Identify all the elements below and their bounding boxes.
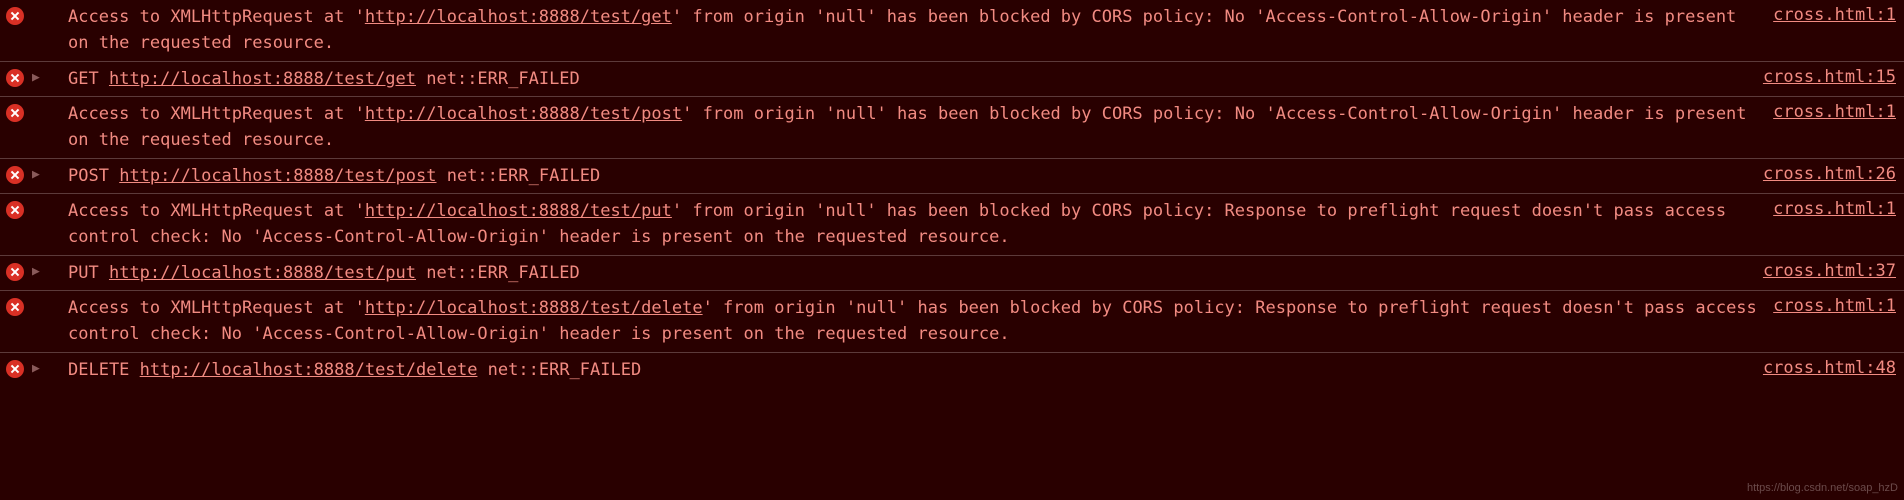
- error-message: DELETE http://localhost:8888/test/delete…: [68, 357, 1753, 383]
- console-error-row[interactable]: ▶ GET http://localhost:8888/test/get net…: [0, 61, 1904, 96]
- http-method: PUT: [68, 263, 99, 283]
- error-icon: [6, 298, 24, 316]
- expand-icon[interactable]: ▶: [32, 167, 44, 182]
- console-error-row[interactable]: Access to XMLHttpRequest at 'http://loca…: [0, 290, 1904, 352]
- request-url[interactable]: http://localhost:8888/test/get: [365, 7, 672, 27]
- source-link[interactable]: cross.html:1: [1763, 296, 1896, 316]
- request-url[interactable]: http://localhost:8888/test/put: [365, 201, 672, 221]
- request-url[interactable]: http://localhost:8888/test/delete: [140, 360, 478, 380]
- request-url[interactable]: http://localhost:8888/test/post: [365, 104, 682, 124]
- expand-icon[interactable]: ▶: [32, 361, 44, 376]
- source-link[interactable]: cross.html:37: [1753, 261, 1896, 281]
- http-method: DELETE: [68, 360, 129, 380]
- error-icon: [6, 201, 24, 219]
- expand-icon[interactable]: ▶: [32, 70, 44, 85]
- request-url[interactable]: http://localhost:8888/test/post: [119, 166, 436, 186]
- request-url[interactable]: http://localhost:8888/test/get: [109, 69, 416, 89]
- source-link[interactable]: cross.html:15: [1753, 67, 1896, 87]
- error-message: Access to XMLHttpRequest at 'http://loca…: [68, 295, 1763, 348]
- error-message: Access to XMLHttpRequest at 'http://loca…: [68, 101, 1763, 154]
- request-url[interactable]: http://localhost:8888/test/delete: [365, 298, 703, 318]
- console-error-row[interactable]: Access to XMLHttpRequest at 'http://loca…: [0, 0, 1904, 61]
- console-error-row[interactable]: Access to XMLHttpRequest at 'http://loca…: [0, 96, 1904, 158]
- source-link[interactable]: cross.html:1: [1763, 5, 1896, 25]
- error-icon: [6, 104, 24, 122]
- request-url[interactable]: http://localhost:8888/test/put: [109, 263, 416, 283]
- http-method: POST: [68, 166, 109, 186]
- console-error-row[interactable]: ▶ POST http://localhost:8888/test/post n…: [0, 158, 1904, 193]
- console-error-row[interactable]: Access to XMLHttpRequest at 'http://loca…: [0, 193, 1904, 255]
- source-link[interactable]: cross.html:1: [1763, 102, 1896, 122]
- error-message: GET http://localhost:8888/test/get net::…: [68, 66, 1753, 92]
- error-message: Access to XMLHttpRequest at 'http://loca…: [68, 4, 1763, 57]
- source-link[interactable]: cross.html:48: [1753, 358, 1896, 378]
- source-link[interactable]: cross.html:1: [1763, 199, 1896, 219]
- console-error-row[interactable]: ▶ PUT http://localhost:8888/test/put net…: [0, 255, 1904, 290]
- http-method: GET: [68, 69, 99, 89]
- watermark-text: https://blog.csdn.net/soap_hzD: [1747, 482, 1898, 494]
- error-icon: [6, 360, 24, 378]
- console-error-row[interactable]: ▶ DELETE http://localhost:8888/test/dele…: [0, 352, 1904, 387]
- source-link[interactable]: cross.html:26: [1753, 164, 1896, 184]
- error-message: POST http://localhost:8888/test/post net…: [68, 163, 1753, 189]
- error-icon: [6, 69, 24, 87]
- error-message: PUT http://localhost:8888/test/put net::…: [68, 260, 1753, 286]
- devtools-console: Access to XMLHttpRequest at 'http://loca…: [0, 0, 1904, 387]
- error-icon: [6, 166, 24, 184]
- expand-icon[interactable]: ▶: [32, 264, 44, 279]
- error-icon: [6, 263, 24, 281]
- error-message: Access to XMLHttpRequest at 'http://loca…: [68, 198, 1763, 251]
- error-icon: [6, 7, 24, 25]
